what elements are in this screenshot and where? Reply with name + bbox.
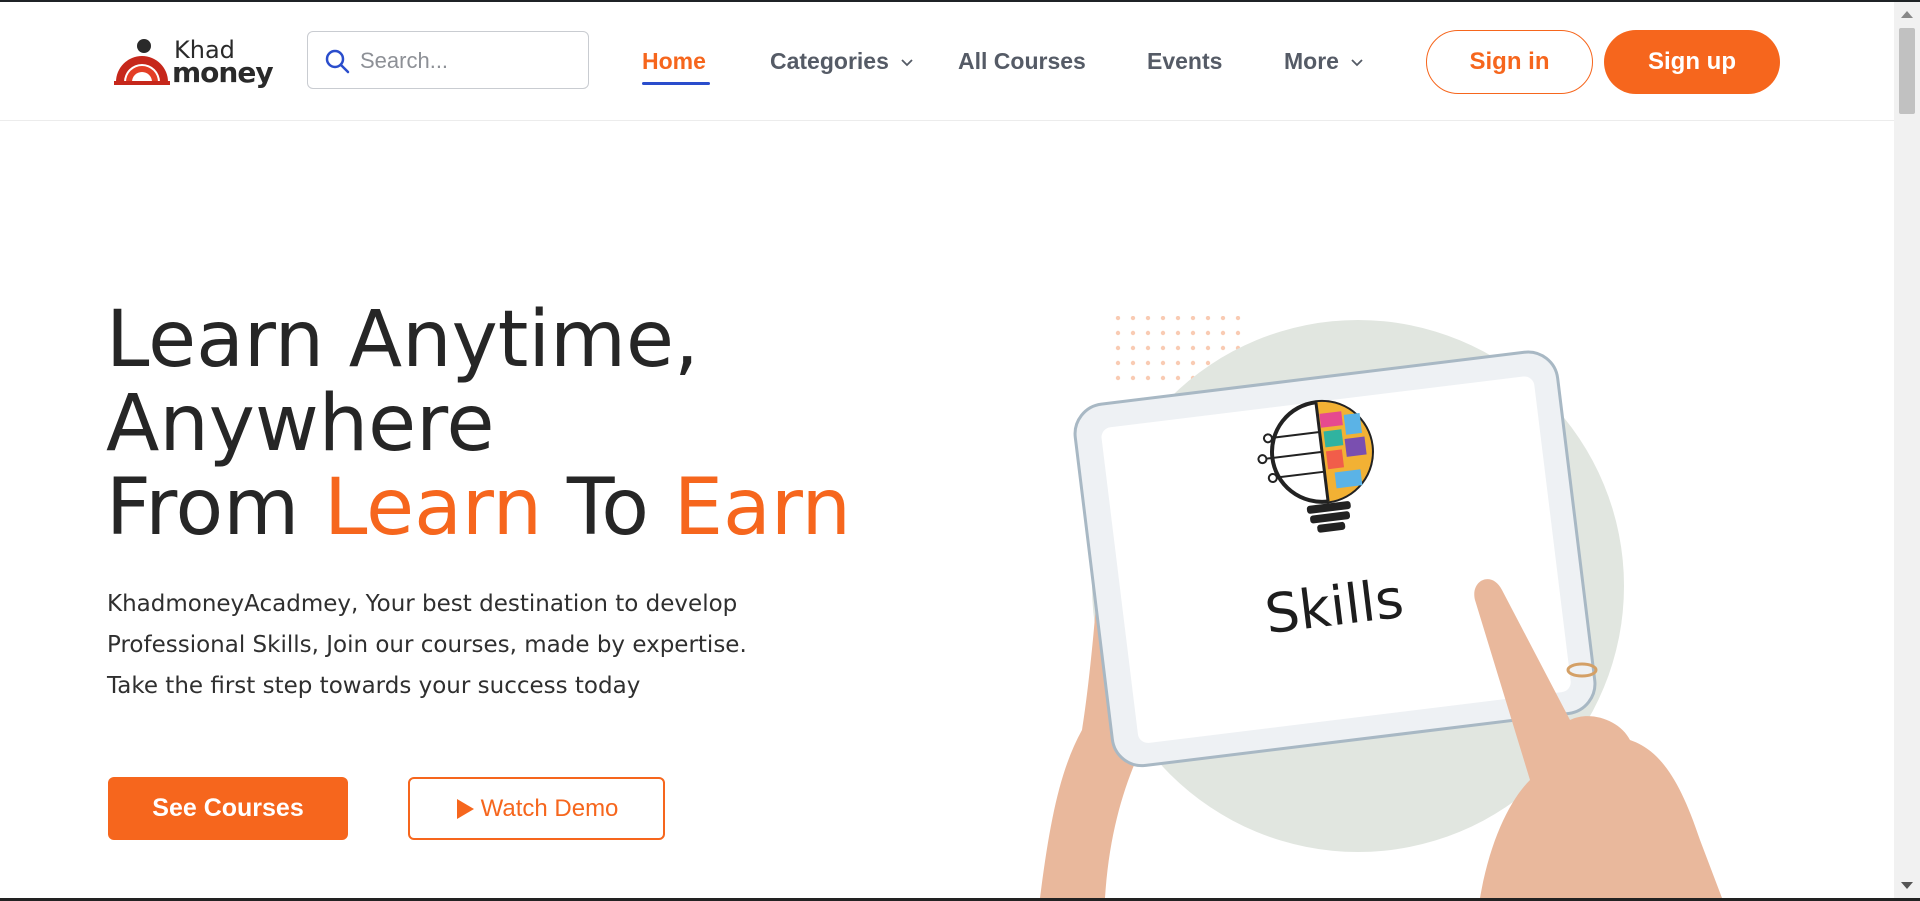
nav-home-label: Home bbox=[642, 48, 706, 74]
nav-categories-label: Categories bbox=[770, 48, 889, 74]
hero-description: KhadmoneyAcadmey, Your best destination … bbox=[107, 584, 827, 707]
sign-up-label: Sign up bbox=[1648, 48, 1736, 75]
play-icon bbox=[456, 798, 474, 819]
nav-home[interactable]: Home bbox=[642, 48, 706, 75]
hero-heading-to: To bbox=[542, 463, 674, 553]
hero-heading-learn: Learn bbox=[324, 463, 543, 553]
see-courses-button[interactable]: See Courses bbox=[108, 777, 348, 840]
hero-heading-line-1: Learn Anytime, bbox=[106, 295, 699, 385]
hero-description-line-1: KhadmoneyAcadmey, Your best destination … bbox=[107, 591, 738, 617]
hero-heading-from: From bbox=[106, 463, 325, 553]
hero-description-line-2: Professional Skills, Join our courses, m… bbox=[107, 632, 747, 658]
watch-demo-button[interactable]: Watch Demo bbox=[408, 777, 665, 840]
scroll-up-arrow-icon[interactable] bbox=[1901, 11, 1913, 18]
site-logo[interactable]: Khad money bbox=[112, 36, 274, 89]
scroll-thumb[interactable] bbox=[1899, 28, 1915, 114]
watch-demo-label: Watch Demo bbox=[480, 794, 619, 822]
vertical-scrollbar[interactable] bbox=[1894, 2, 1920, 898]
nav-events[interactable]: Events bbox=[1147, 48, 1222, 75]
site-header: Khad money Home Categories All Courses E… bbox=[0, 2, 1894, 121]
nav-categories[interactable]: Categories bbox=[770, 48, 913, 75]
hero-illustration: Skills bbox=[1040, 316, 1722, 898]
search-icon bbox=[325, 49, 350, 74]
sign-up-button[interactable]: Sign up bbox=[1604, 30, 1780, 94]
user-arch-logo-icon bbox=[114, 39, 170, 85]
hero-heading: Learn Anytime, Anywhere From Learn To Ea… bbox=[106, 298, 1006, 550]
nav-more-label: More bbox=[1284, 48, 1339, 74]
chevron-down-icon bbox=[901, 59, 913, 67]
hero-heading-line-2: Anywhere bbox=[106, 379, 495, 469]
nav-active-indicator bbox=[642, 82, 710, 85]
chevron-down-icon bbox=[1351, 59, 1363, 67]
nav-all-courses-label: All Courses bbox=[958, 48, 1086, 74]
see-courses-label: See Courses bbox=[152, 794, 304, 822]
nav-events-label: Events bbox=[1147, 48, 1223, 74]
hero-heading-line-3: From Learn To Earn bbox=[106, 466, 1006, 550]
search-box bbox=[307, 31, 589, 89]
nav-all-courses[interactable]: All Courses bbox=[958, 48, 1086, 75]
logo-text-money: money bbox=[172, 56, 274, 89]
hero-heading-earn: Earn bbox=[673, 463, 851, 553]
nav-more[interactable]: More bbox=[1284, 48, 1363, 75]
sign-in-label: Sign in bbox=[1469, 48, 1550, 75]
sign-in-button[interactable]: Sign in bbox=[1426, 30, 1593, 94]
scroll-down-arrow-icon[interactable] bbox=[1901, 882, 1913, 889]
search-input[interactable] bbox=[358, 44, 582, 78]
hero-description-line-3: Take the first step towards your success… bbox=[107, 673, 641, 699]
